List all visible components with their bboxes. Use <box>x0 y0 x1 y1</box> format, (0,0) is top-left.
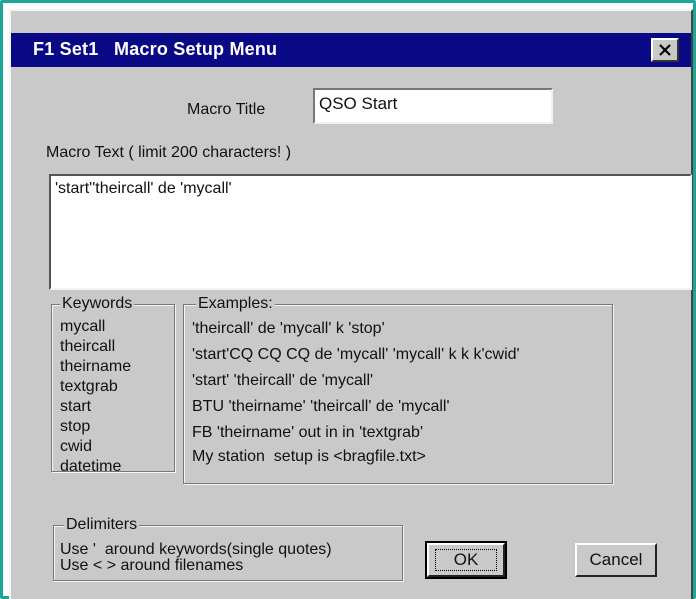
keywords-legend: Keywords <box>60 294 135 314</box>
ok-button[interactable]: OK <box>425 541 507 579</box>
close-icon <box>659 44 671 56</box>
macro-title-label: Macro Title <box>187 101 266 118</box>
delimiters-group: Delimiters Use ' around keywords(single … <box>53 515 403 581</box>
outer-frame: F1 Set1 Macro Setup Menu Macro Title QSO… <box>0 0 696 599</box>
cancel-button-label: Cancel <box>589 550 643 569</box>
keyword-item[interactable]: datetime <box>60 457 121 477</box>
macro-title-input[interactable]: QSO Start <box>313 88 553 124</box>
close-button[interactable] <box>651 38 679 62</box>
keyword-item[interactable]: theircall <box>60 337 115 357</box>
keyword-item[interactable]: start <box>60 397 91 417</box>
example-item: My station setup is <bragfile.txt> <box>192 448 426 465</box>
macro-text-label: Macro Text ( limit 200 characters! ) <box>46 144 292 161</box>
focus-indicator <box>435 549 497 571</box>
delimiter-line: Use < > around filenames <box>60 557 244 574</box>
example-item: FB 'theirname' out in in 'textgrab' <box>192 424 423 441</box>
examples-group: Examples: 'theircall' de 'mycall' k 'sto… <box>183 294 613 484</box>
example-item: 'start'CQ CQ CQ de 'mycall' 'mycall' k k… <box>192 346 520 363</box>
cancel-button[interactable]: Cancel <box>575 543 657 577</box>
example-item: 'start' 'theircall' de 'mycall' <box>192 372 374 389</box>
macro-setup-dialog: F1 Set1 Macro Setup Menu Macro Title QSO… <box>9 9 693 599</box>
keyword-item[interactable]: theirname <box>60 357 131 377</box>
example-item: BTU 'theirname' 'theircall' de 'mycall' <box>192 398 450 415</box>
macro-text-area[interactable]: 'start''theircall' de 'mycall' <box>49 174 692 290</box>
keywords-group: Keywords mycall theircall theirname text… <box>51 294 175 475</box>
window-title: F1 Set1 Macro Setup Menu <box>33 39 278 59</box>
title-bar[interactable]: F1 Set1 Macro Setup Menu <box>11 33 691 67</box>
keyword-item[interactable]: mycall <box>60 317 105 337</box>
keyword-item[interactable]: cwid <box>60 437 92 457</box>
delimiters-legend: Delimiters <box>64 515 140 535</box>
keyword-item[interactable]: stop <box>60 417 90 437</box>
delimiter-line: Use ' around keywords(single quotes) <box>60 541 332 558</box>
example-item: 'theircall' de 'mycall' k 'stop' <box>192 320 385 337</box>
examples-legend: Examples: <box>196 294 275 314</box>
keyword-item[interactable]: textgrab <box>60 377 118 397</box>
